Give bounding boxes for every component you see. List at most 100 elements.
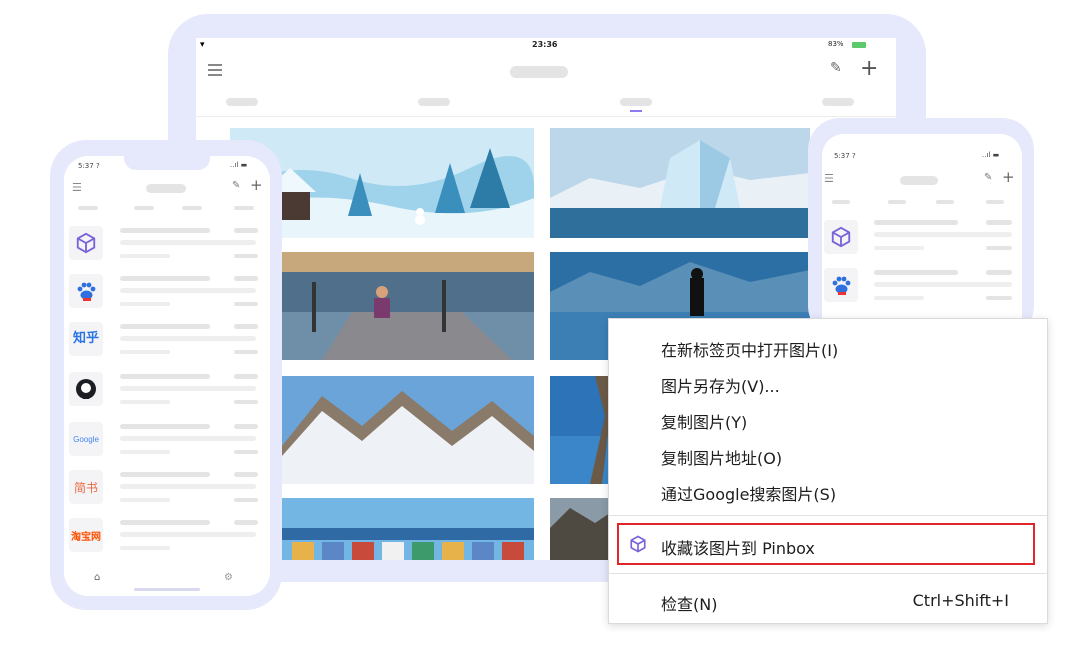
baidu-icon[interactable] xyxy=(69,274,103,308)
menu-icon[interactable]: ☰ xyxy=(824,172,834,185)
tablet-status-battery: 83% xyxy=(828,40,844,48)
list-item-line xyxy=(120,400,170,404)
list-item-line xyxy=(120,302,170,306)
home-indicator xyxy=(134,588,200,591)
tablet-tab-indicator xyxy=(630,110,642,112)
menu-item-open-image-new-tab[interactable]: 在新标签页中打开图片(I) xyxy=(609,331,1047,361)
beach-huts-photo[interactable] xyxy=(282,498,534,560)
menu-item-save-image-as[interactable]: 图片另存为(V)... xyxy=(609,367,1047,397)
google-text: Google xyxy=(73,434,99,444)
driftwood-photo[interactable] xyxy=(550,376,610,484)
list-item-line xyxy=(120,520,210,525)
add-icon[interactable]: + xyxy=(860,56,878,81)
menu-icon[interactable]: ☰ xyxy=(72,181,82,194)
add-icon[interactable]: + xyxy=(250,176,263,194)
phone-left-tab[interactable] xyxy=(234,206,254,210)
menu-item-search-google-image[interactable]: 通过Google搜索图片(S) xyxy=(609,475,1047,505)
tablet-tab[interactable] xyxy=(226,98,258,106)
tablet-tab[interactable] xyxy=(418,98,450,106)
jianshu-icon[interactable]: 简书 xyxy=(69,470,103,504)
pinbox-icon xyxy=(629,535,647,557)
rocks-photo[interactable] xyxy=(550,498,610,560)
phone-right-status-time: 5:37 ? xyxy=(834,152,856,160)
list-item-line xyxy=(120,324,210,329)
list-item-line xyxy=(120,546,170,550)
list-item-line xyxy=(874,296,924,300)
phone-left-tab[interactable] xyxy=(182,206,202,210)
list-item-line xyxy=(120,450,170,454)
list-item-line xyxy=(874,232,1012,237)
list-item-line xyxy=(234,472,258,477)
phone-right-tab[interactable] xyxy=(936,200,954,204)
list-item-line xyxy=(120,276,210,281)
phone-left-tab-active[interactable] xyxy=(78,206,98,210)
phone-right-tab-active[interactable] xyxy=(832,200,850,204)
menu-icon[interactable] xyxy=(208,64,222,76)
list-item-line xyxy=(120,532,256,537)
pinbox-icon[interactable] xyxy=(69,226,103,260)
menu-item-label: 图片另存为(V)... xyxy=(661,377,780,396)
list-item-line xyxy=(120,288,256,293)
list-item-line xyxy=(234,498,258,502)
list-item-line xyxy=(234,374,258,379)
menu-item-label: 通过Google搜索图片(S) xyxy=(661,485,837,504)
tablet-divider xyxy=(196,116,896,117)
context-menu: 在新标签页中打开图片(I) 图片另存为(V)... 复制图片(Y) 复制图片地址… xyxy=(608,318,1048,624)
menu-item-label: 收藏该图片到 Pinbox xyxy=(661,539,815,558)
pinbox-icon[interactable] xyxy=(824,220,858,254)
list-item-line xyxy=(120,386,256,391)
list-item-line xyxy=(986,220,1012,225)
battery-icon xyxy=(852,42,866,48)
list-item-line xyxy=(874,270,958,275)
phone-right-tab[interactable] xyxy=(986,200,1004,204)
list-item-line xyxy=(120,350,170,354)
phone-right-tab[interactable] xyxy=(888,200,906,204)
zhihu-icon[interactable]: 知乎 xyxy=(69,322,103,356)
menu-item-label: 复制图片地址(O) xyxy=(661,449,783,468)
taobao-icon[interactable]: 淘宝网 xyxy=(69,518,103,552)
tablet-tab-active[interactable] xyxy=(620,98,652,106)
add-icon[interactable]: + xyxy=(1002,168,1015,186)
list-item-line xyxy=(234,350,258,354)
google-icon[interactable]: Google xyxy=(69,422,103,456)
list-item-line xyxy=(120,240,256,245)
menu-item-inspect[interactable]: 检查(N) Ctrl+Shift+I xyxy=(609,585,1047,615)
list-item-line xyxy=(120,424,210,429)
edit-icon[interactable]: ✎ xyxy=(830,60,842,76)
lake-pier-photo[interactable] xyxy=(282,252,534,360)
iceberg-photo[interactable] xyxy=(550,128,810,238)
list-item-line xyxy=(234,520,258,525)
signal-icon: ..ıl ▬ xyxy=(982,151,1000,159)
menu-item-copy-image-address[interactable]: 复制图片地址(O) xyxy=(609,439,1047,469)
list-item-line xyxy=(120,374,210,379)
phone-left-screen: 5:37 ? ..ıl ▬ ☰ ✎ + 知乎 Google 简书 淘宝网 ⌂ ⚙ xyxy=(64,156,270,596)
github-icon[interactable] xyxy=(69,372,103,406)
settings-icon[interactable]: ⚙ xyxy=(224,572,233,583)
phone-left-notch xyxy=(124,156,210,170)
list-item-line xyxy=(986,296,1012,300)
baidu-icon[interactable] xyxy=(824,268,858,302)
menu-item-copy-image[interactable]: 复制图片(Y) xyxy=(609,403,1047,433)
list-item-line xyxy=(874,246,924,250)
list-item-line xyxy=(234,324,258,329)
menu-separator xyxy=(609,573,1047,574)
taobao-text: 淘宝网 xyxy=(71,531,101,543)
menu-separator xyxy=(609,515,1047,516)
tablet-tab[interactable] xyxy=(822,98,854,106)
phone-right-screen: 5:37 ? ..ıl ▬ ☰ ✎ + xyxy=(822,134,1022,334)
edit-icon[interactable]: ✎ xyxy=(984,172,992,183)
list-item-line xyxy=(120,254,170,258)
phone-left-tab[interactable] xyxy=(134,206,154,210)
home-icon[interactable]: ⌂ xyxy=(94,572,100,583)
list-item-line xyxy=(234,400,258,404)
list-item-line xyxy=(234,302,258,306)
snowy-mountains-photo[interactable] xyxy=(282,376,534,484)
menu-item-save-to-pinbox[interactable]: 收藏该图片到 Pinbox xyxy=(617,523,1035,565)
list-item-line xyxy=(120,484,256,489)
list-item-line xyxy=(234,276,258,281)
edit-icon[interactable]: ✎ xyxy=(232,180,240,191)
menu-item-label: 检查(N) xyxy=(661,595,718,614)
list-item-line xyxy=(234,228,258,233)
list-item-line xyxy=(874,220,958,225)
list-item-line xyxy=(120,228,210,233)
